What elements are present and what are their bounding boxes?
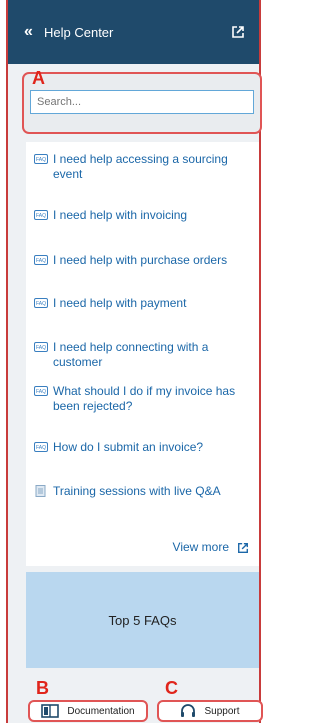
faq-item-label: I need help with purchase orders xyxy=(53,253,228,267)
faq-item[interactable]: FAQ How do I submit an invoice? xyxy=(34,440,254,455)
svg-text:FAQ: FAQ xyxy=(36,258,46,264)
svg-text:FAQ: FAQ xyxy=(36,445,46,451)
faq-list: FAQ I need help accessing a sourcing eve… xyxy=(26,142,259,566)
svg-text:FAQ: FAQ xyxy=(36,301,46,307)
svg-text:FAQ: FAQ xyxy=(36,157,46,163)
svg-text:FAQ: FAQ xyxy=(36,345,46,351)
book-icon xyxy=(41,704,60,718)
faq-item[interactable]: FAQ I need help with invoicing xyxy=(34,208,254,223)
faq-item[interactable]: FAQ I need help with payment xyxy=(34,296,254,311)
search-input[interactable] xyxy=(30,90,254,114)
faq-item-label: I need help accessing a sourcing event xyxy=(53,152,228,181)
svg-text:FAQ: FAQ xyxy=(36,213,46,219)
external-link-icon xyxy=(238,542,248,553)
faq-item-label: What should I do if my invoice has been … xyxy=(53,384,236,413)
documentation-button[interactable]: Documentation xyxy=(28,700,148,722)
faq-item-label: I need help with payment xyxy=(53,296,187,310)
faq-item[interactable]: FAQ What should I do if my invoice has b… xyxy=(34,384,254,414)
external-link-icon[interactable] xyxy=(231,25,245,39)
faq-item[interactable]: FAQ I need help connecting with a custom… xyxy=(34,340,254,370)
faq-item-label: I need help connecting with a customer xyxy=(53,340,209,369)
faq-item[interactable]: FAQ I need help with purchase orders xyxy=(34,253,254,268)
view-more-link[interactable]: View more xyxy=(173,540,249,555)
faq-icon: FAQ xyxy=(34,442,48,452)
training-item[interactable]: Training sessions with live Q&A xyxy=(34,484,254,499)
annotation-a: A xyxy=(32,68,45,88)
support-button[interactable]: Support xyxy=(157,700,263,722)
faq-icon: FAQ xyxy=(34,386,48,396)
document-icon xyxy=(35,485,46,497)
faq-icon: FAQ xyxy=(34,255,48,265)
annotation-c: C xyxy=(165,678,178,698)
headset-icon xyxy=(181,704,196,717)
collapse-panel-icon[interactable]: « xyxy=(24,24,33,40)
top-faqs-label: Top 5 FAQs xyxy=(108,612,177,628)
top-faqs-panel[interactable]: Top 5 FAQs xyxy=(26,572,259,668)
panel-title: Help Center xyxy=(44,25,114,40)
faq-icon: FAQ xyxy=(34,154,48,164)
faq-item[interactable]: FAQ I need help accessing a sourcing eve… xyxy=(34,152,254,182)
faq-item-label: I need help with invoicing xyxy=(53,208,188,222)
help-center-header: « Help Center xyxy=(8,0,259,64)
documentation-label: Documentation xyxy=(67,705,135,717)
annotation-b: B xyxy=(36,678,49,698)
faq-item-label: How do I submit an invoice? xyxy=(53,440,204,454)
svg-text:FAQ: FAQ xyxy=(36,389,46,395)
faq-icon: FAQ xyxy=(34,298,48,308)
faq-icon: FAQ xyxy=(34,210,48,220)
training-item-label: Training sessions with live Q&A xyxy=(53,484,221,498)
view-more-label: View more xyxy=(172,540,229,554)
faq-icon: FAQ xyxy=(34,342,48,352)
search-area xyxy=(22,72,262,134)
support-label: Support xyxy=(204,705,240,717)
